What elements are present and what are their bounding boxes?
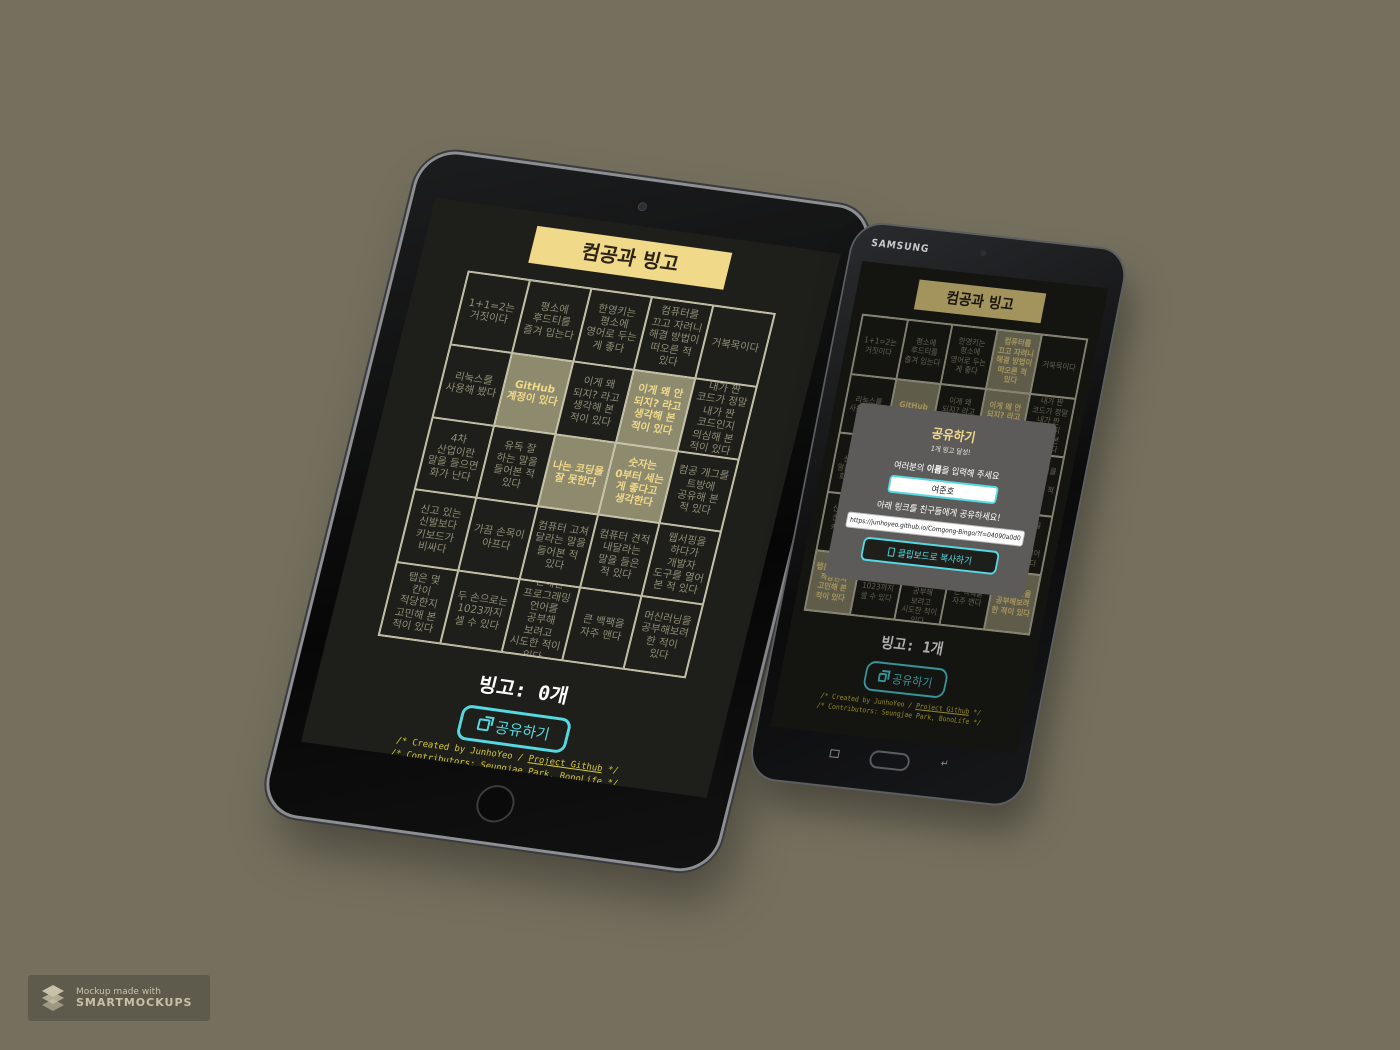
copy-to-clipboard-button[interactable]: 클립보드로 복사하기 bbox=[859, 536, 1001, 576]
camera-icon bbox=[979, 249, 987, 257]
back-key-icon[interactable]: ↵ bbox=[940, 758, 953, 770]
app-title: 컴공과 빙고 bbox=[528, 225, 733, 290]
copy-button-label: 클립보드로 복사하기 bbox=[896, 548, 973, 568]
copy-icon bbox=[887, 546, 896, 557]
share-modal: 공유하기 1개 빙고 달성! 여러분의 이름을 입력해 주세요 아래 링크를 친… bbox=[824, 402, 1058, 599]
camera-icon bbox=[636, 201, 648, 212]
badge-line2: SMARTMOCKUPS bbox=[76, 995, 193, 1009]
smartmockups-logo-icon bbox=[42, 985, 64, 1011]
bingo-grid: 1+1=2는 거짓이다 평소에 후드티를 즐겨 입는다 한영키는 평소에 영어로 두… bbox=[377, 270, 776, 679]
footer-credit-suffix: */ bbox=[601, 764, 620, 777]
share-icon bbox=[476, 718, 492, 732]
smartmockups-badge: Mockup made with SMARTMOCKUPS bbox=[28, 975, 210, 1021]
recent-apps-key-icon[interactable] bbox=[829, 749, 840, 759]
ipad-screen: 컴공과 빙고 1+1=2는 거짓이다 평소에 후드티를 즐겨 입는다 한영키는 평소… bbox=[301, 197, 842, 798]
brand-label: SAMSUNG bbox=[870, 237, 931, 256]
bingo-app: 컴공과 빙고 1+1=2는 거짓이다 평소에 후드티를 즐겨 입는다 한영키는 평소… bbox=[301, 197, 842, 798]
share-button-label: 공유하기 bbox=[493, 718, 552, 744]
badge-text: Mockup made with SMARTMOCKUPS bbox=[76, 987, 192, 1010]
name-prompt-suffix: 을 입력해 주세요 bbox=[940, 466, 1001, 483]
home-button[interactable] bbox=[472, 782, 519, 825]
home-button[interactable] bbox=[867, 749, 912, 772]
name-prompt-prefix: 여러분의 bbox=[892, 460, 928, 475]
